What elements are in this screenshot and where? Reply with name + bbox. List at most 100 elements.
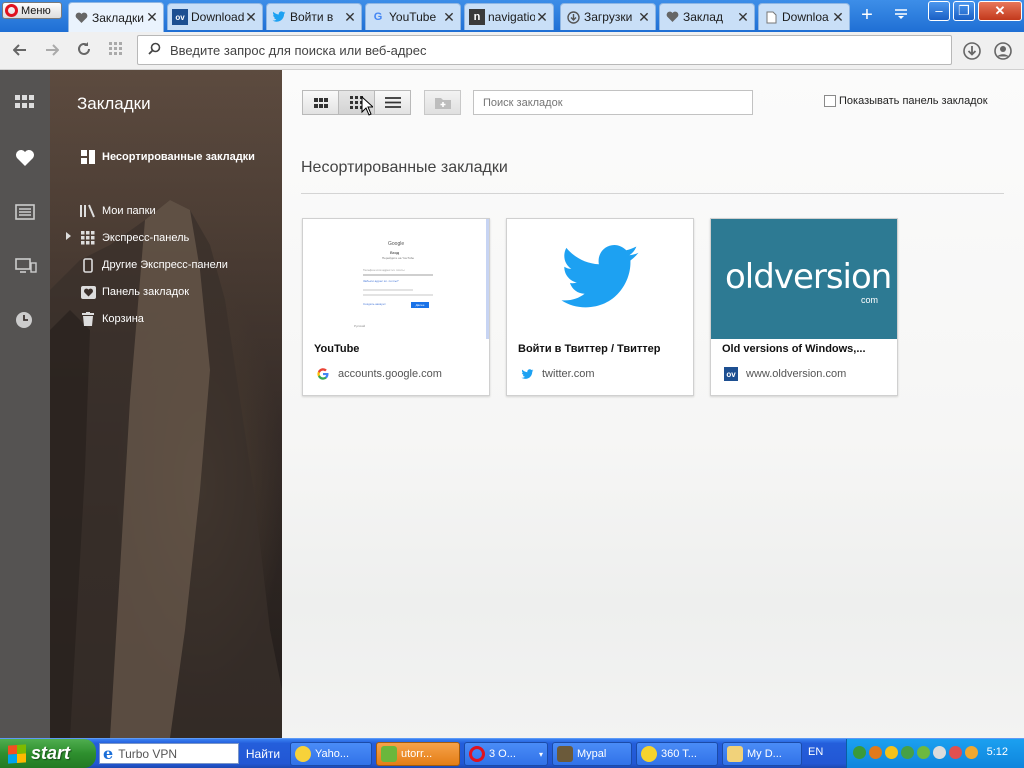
task-opera[interactable]: 3 O... ▾ <box>464 742 548 766</box>
start-label: start <box>31 743 71 763</box>
task-label: 3 O... <box>489 748 516 760</box>
messenger-tray-icon[interactable] <box>933 746 946 759</box>
bookmark-card[interactable]: oldversion com Old versions of Windows,.… <box>710 218 898 396</box>
shield-tray-icon[interactable] <box>885 746 898 759</box>
tab-youtube[interactable]: G YouTube ✕ <box>365 3 461 30</box>
tab-bookmarks[interactable]: Закладки ✕ <box>68 2 164 32</box>
speed-dial-icon[interactable] <box>15 95 35 115</box>
task-yahoo[interactable]: Yaho... <box>290 742 372 766</box>
close-icon[interactable]: ✕ <box>535 9 549 26</box>
bookmark-card[interactable]: Войти в Твиттер / Твиттер twitter.com <box>506 218 694 396</box>
tab-downloads[interactable]: Загрузки ✕ <box>560 3 656 30</box>
thumb-language: Русский <box>354 324 366 328</box>
sidebar-item-speed-dial[interactable]: Экспресс-панель <box>80 228 189 248</box>
bookmarks-main: Показывать панель закладок Несортированн… <box>282 70 1024 738</box>
tab-menu-icon[interactable] <box>890 7 912 25</box>
tab-title: Загрузки <box>584 10 633 24</box>
new-folder-button[interactable] <box>424 90 461 115</box>
task-label: 360 T... <box>661 748 697 760</box>
tab-twitter[interactable]: Войти в ✕ <box>266 3 362 30</box>
download-icon <box>565 9 581 25</box>
minimize-button[interactable]: ‒ <box>928 1 950 21</box>
bookmarks-panel: Закладки Несортированные закладки Мои па… <box>50 70 282 738</box>
utorrent-icon <box>381 746 397 762</box>
news-icon[interactable] <box>15 204 35 224</box>
mouse-cursor-icon <box>361 96 373 116</box>
task-360[interactable]: 360 T... <box>636 742 718 766</box>
new-tab-button[interactable]: + <box>856 5 878 26</box>
devices-icon[interactable] <box>15 258 37 278</box>
task-my-documents[interactable]: My D... <box>722 742 802 766</box>
search-tray-icon[interactable] <box>965 746 978 759</box>
green-tray-icon[interactable] <box>917 746 930 759</box>
rock-background <box>50 200 282 738</box>
close-icon[interactable]: ✕ <box>343 9 357 26</box>
thumb-create-account: Создать аккаунт <box>363 302 386 306</box>
sidebar-item-bookmarks-bar[interactable]: Панель закладок <box>80 282 189 302</box>
bookmark-card[interactable]: Google Вход Перейдите на YouTube Телефон… <box>302 218 490 396</box>
bookmarks-heart-icon[interactable] <box>15 149 35 169</box>
sidebar-item-unsorted[interactable]: Несортированные закладки <box>80 147 255 167</box>
sidebar-item-label: Мои папки <box>102 205 156 217</box>
task-mypal[interactable]: Mypal <box>552 742 632 766</box>
tab-bookmarks-2[interactable]: Заклад ✕ <box>659 3 755 30</box>
tab-navigation[interactable]: n navigatio ✕ <box>464 3 554 30</box>
card-thumbnail: Google Вход Перейдите на YouTube Телефон… <box>303 219 489 339</box>
show-bookmarks-bar-toggle[interactable]: Показывать панель закладок <box>824 95 988 107</box>
close-icon[interactable]: ✕ <box>442 9 456 26</box>
bookmark-search-input[interactable] <box>473 90 753 115</box>
back-button[interactable] <box>10 41 30 61</box>
360-icon <box>641 746 657 762</box>
history-clock-icon[interactable] <box>15 311 35 331</box>
close-icon[interactable]: ✕ <box>145 9 159 26</box>
card-url: accounts.google.com <box>338 368 442 380</box>
network-icon[interactable] <box>853 746 866 759</box>
speed-dial-icon[interactable] <box>106 41 126 61</box>
sidebar-item-label: Корзина <box>102 313 144 325</box>
large-grid-view-button[interactable] <box>302 90 339 115</box>
close-icon[interactable]: ✕ <box>637 9 651 26</box>
forward-button[interactable] <box>42 41 62 61</box>
phone-icon <box>80 257 96 273</box>
expand-arrow-icon[interactable] <box>66 232 71 240</box>
downloads-icon[interactable] <box>962 41 982 61</box>
sidebar-item-my-folders[interactable]: Мои папки <box>80 201 156 221</box>
task-utorrent[interactable]: utorr... <box>376 742 460 766</box>
tab-download-2[interactable]: Downloa ✕ <box>758 3 850 30</box>
oldversion-favicon: ov <box>724 367 738 381</box>
url-field[interactable]: Введите запрос для поиска или веб-адрес <box>137 35 952 65</box>
panel-title: Закладки <box>77 94 151 113</box>
sidebar-item-label: Другие Экспресс-панели <box>102 259 228 271</box>
reload-button[interactable] <box>74 41 94 61</box>
taskbar-address-field[interactable]: e Turbo VPN <box>99 743 239 764</box>
list-view-button[interactable] <box>374 90 411 115</box>
thumb-next-button: Далее <box>411 302 429 308</box>
utorrent-tray-icon[interactable] <box>901 746 914 759</box>
card-title: Old versions of Windows,... <box>722 343 866 355</box>
twitter-bird-icon <box>561 245 639 308</box>
section-title: Несортированные закладки <box>301 159 508 176</box>
google-login-preview: Google Вход Перейдите на YouTube Телефон… <box>303 219 489 339</box>
find-button[interactable]: Найти <box>241 743 285 764</box>
sidebar-item-trash[interactable]: Корзина <box>80 309 144 329</box>
close-window-button[interactable]: ✕ <box>978 1 1022 21</box>
sidebar-item-other-speed-dials[interactable]: Другие Экспресс-панели <box>80 255 228 275</box>
account-icon[interactable] <box>993 41 1013 61</box>
folder-icon <box>727 746 743 762</box>
show-bar-checkbox[interactable] <box>824 95 836 107</box>
smiley-icon <box>295 746 311 762</box>
start-button[interactable]: start <box>0 739 96 768</box>
tab-download[interactable]: ov Download ✕ <box>167 3 263 30</box>
menu-label: Меню <box>21 4 51 17</box>
card-url: www.oldversion.com <box>746 368 847 380</box>
close-icon[interactable]: ✕ <box>831 9 845 26</box>
close-icon[interactable]: ✕ <box>244 9 258 26</box>
heart-icon <box>73 10 89 26</box>
close-icon[interactable]: ✕ <box>736 9 750 26</box>
app-tray-icon[interactable] <box>869 746 882 759</box>
maximize-button[interactable]: ❐ <box>953 1 975 21</box>
clock: 5:12 <box>986 746 1008 758</box>
language-indicator[interactable]: EN <box>808 746 823 758</box>
opera-menu-button[interactable]: Меню <box>2 2 62 19</box>
red-tray-icon[interactable] <box>949 746 962 759</box>
